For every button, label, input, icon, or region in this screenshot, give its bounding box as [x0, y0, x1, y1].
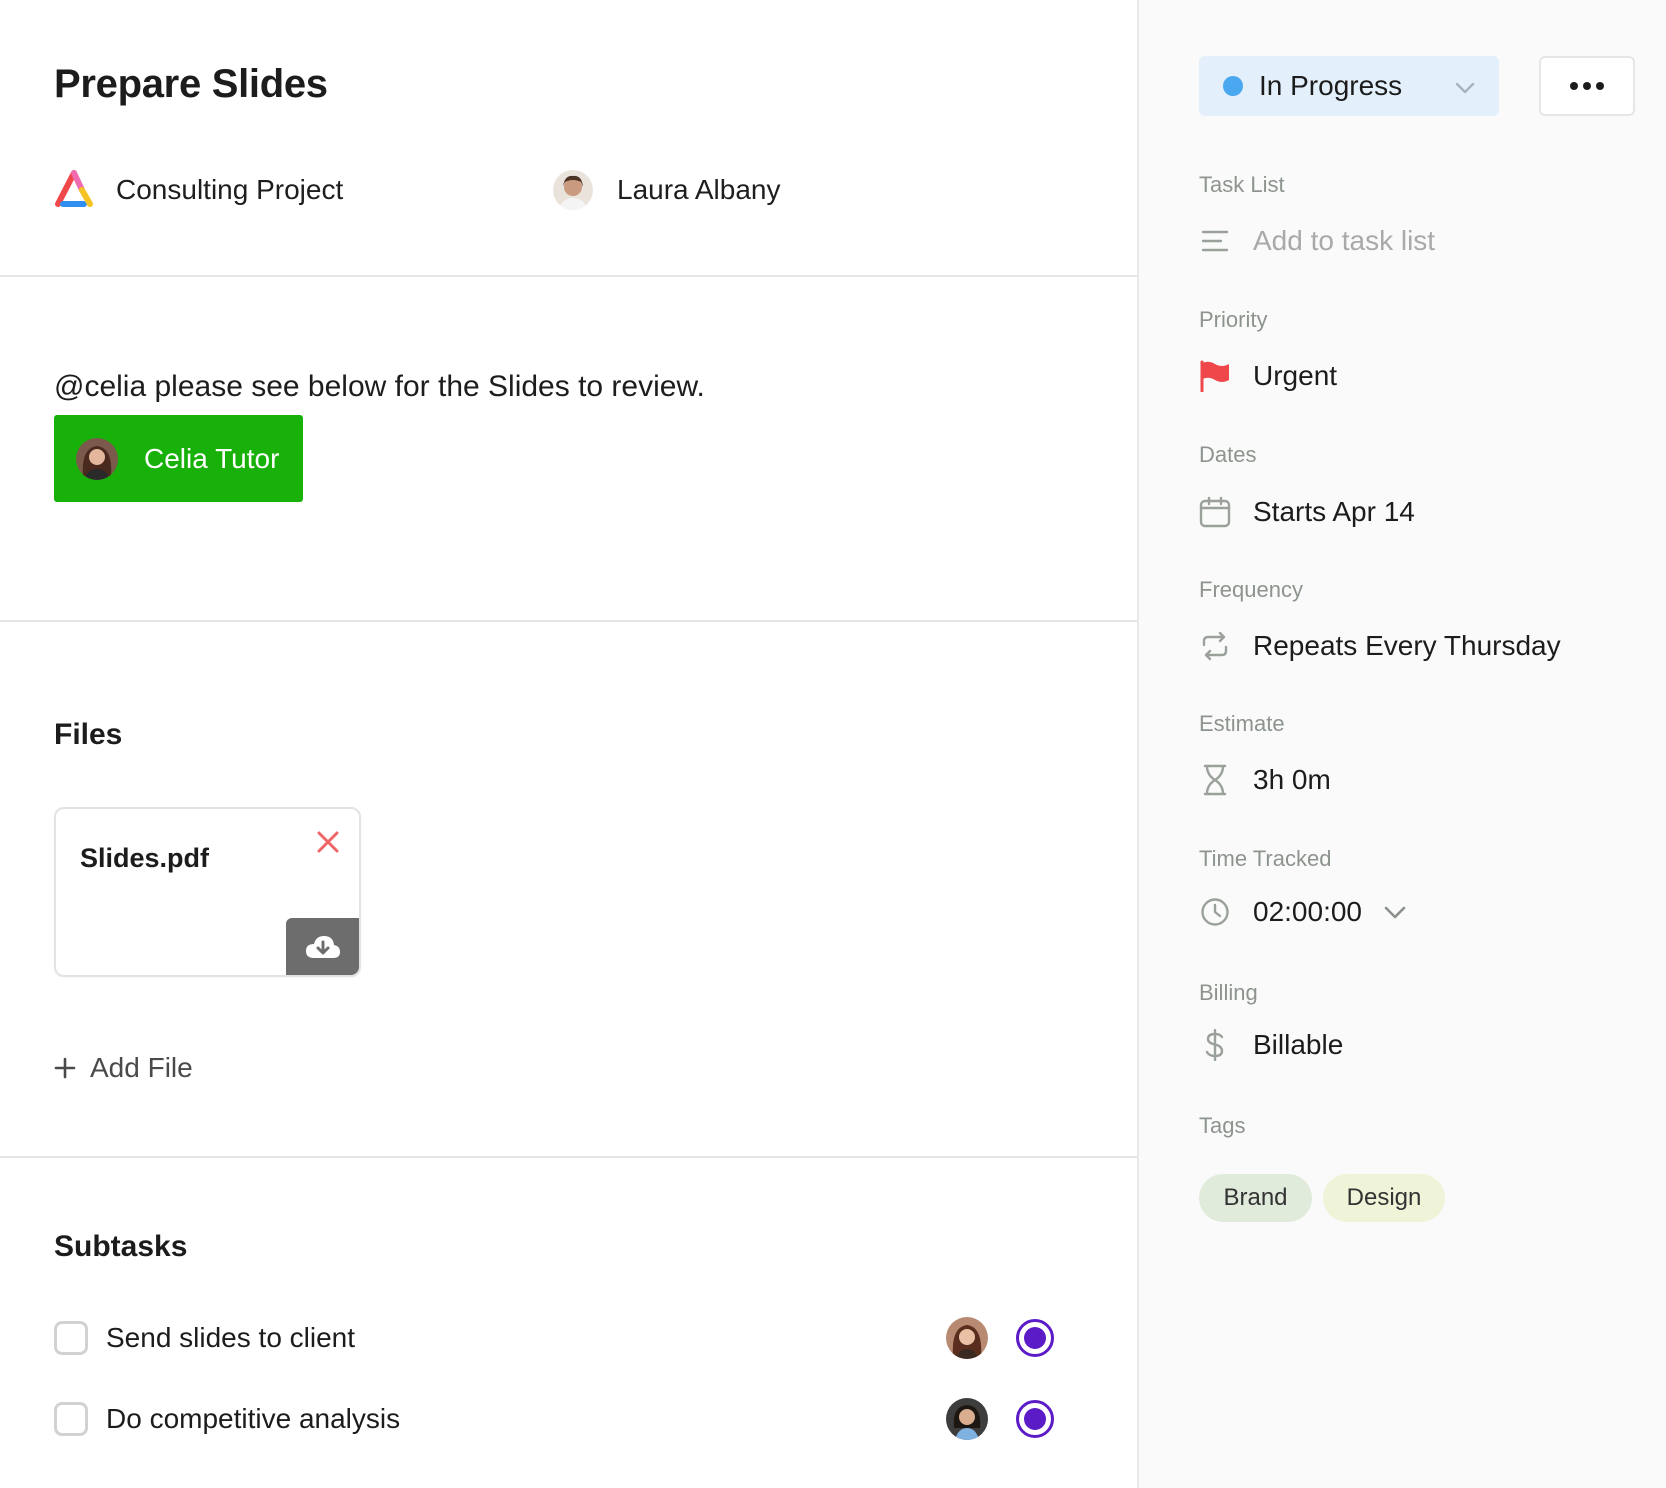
calendar-icon — [1199, 496, 1231, 528]
clock-icon — [1199, 896, 1231, 928]
frequency-field[interactable]: Repeats Every Thursday — [1199, 624, 1561, 668]
estimate-field[interactable]: 3h 0m — [1199, 758, 1331, 802]
task-properties-sidebar: In Progress Task List Add to task list P… — [1137, 0, 1666, 1488]
billing-value: Billable — [1253, 1029, 1344, 1060]
divider — [0, 275, 1137, 277]
add-file-label: Add File — [90, 1052, 193, 1083]
more-options-button[interactable] — [1539, 56, 1635, 116]
dates-label: Dates — [1199, 442, 1257, 467]
page-title[interactable]: Prepare Slides — [54, 62, 328, 107]
list-icon — [1199, 225, 1231, 257]
project-logo-icon — [55, 170, 93, 207]
project-name: Consulting Project — [116, 174, 344, 205]
hourglass-icon — [1199, 764, 1231, 796]
subtasks-heading: Subtasks — [54, 1230, 188, 1263]
priority-value: Urgent — [1253, 360, 1338, 391]
files-heading: Files — [54, 718, 123, 751]
file-card[interactable]: Slides.pdf — [54, 807, 361, 977]
plus-icon — [54, 1057, 76, 1079]
subtask-assignee-avatar[interactable] — [946, 1317, 988, 1359]
dates-value: Starts Apr 14 — [1253, 496, 1415, 527]
file-name: Slides.pdf — [80, 843, 210, 873]
comment-text: @celia please see below for the Slides t… — [54, 370, 705, 403]
dollar-icon — [1199, 1029, 1231, 1061]
priority-label: Priority — [1199, 307, 1268, 332]
task-list-field[interactable]: Add to task list — [1199, 219, 1435, 263]
status-indicator — [1223, 76, 1243, 96]
billing-label: Billing — [1199, 980, 1258, 1005]
estimate-value: 3h 0m — [1253, 764, 1331, 795]
chevron-down-icon[interactable] — [1382, 899, 1408, 925]
subtask-label[interactable]: Send slides to client — [106, 1322, 355, 1354]
flag-icon — [1199, 360, 1231, 392]
task-list-placeholder: Add to task list — [1253, 225, 1436, 256]
mention-chip[interactable]: Celia Tutor — [54, 415, 303, 502]
task-list-label: Task List — [1199, 172, 1285, 197]
close-icon[interactable] — [313, 827, 343, 857]
subtask-assignee-avatar[interactable] — [946, 1398, 988, 1440]
assignee-name: Laura Albany — [617, 174, 781, 205]
time-tracked-label: Time Tracked — [1199, 846, 1332, 871]
repeat-icon — [1199, 630, 1231, 662]
tag-design[interactable]: Design — [1323, 1174, 1445, 1222]
time-tracked-value: 02:00:00 — [1253, 896, 1362, 927]
subtask-label[interactable]: Do competitive analysis — [106, 1403, 400, 1435]
status-dot — [1024, 1327, 1046, 1349]
time-tracked-field[interactable]: 02:00:00 — [1199, 890, 1408, 934]
dates-field[interactable]: Starts Apr 14 — [1199, 490, 1415, 534]
mention-name: Celia Tutor — [144, 442, 280, 474]
estimate-label: Estimate — [1199, 711, 1285, 736]
subtask-status-indicator[interactable] — [1016, 1319, 1054, 1357]
cloud-download-icon — [305, 935, 340, 958]
status-label: In Progress — [1259, 70, 1403, 101]
subtask-checkbox[interactable] — [54, 1321, 88, 1355]
subtask-row[interactable]: Do competitive analysis — [54, 1395, 1054, 1443]
frequency-label: Frequency — [1199, 577, 1303, 602]
subtask-checkbox[interactable] — [54, 1402, 88, 1436]
tags-label: Tags — [1199, 1113, 1246, 1138]
status-select[interactable]: In Progress — [1199, 56, 1499, 116]
add-file-button[interactable]: Add File — [54, 1052, 193, 1084]
priority-field[interactable]: Urgent — [1199, 354, 1337, 398]
mention-avatar — [76, 437, 118, 480]
subtask-row[interactable]: Send slides to client — [54, 1314, 1054, 1362]
task-detail-main: Prepare Slides Consulting Project Laura … — [0, 0, 1137, 1488]
download-button[interactable] — [286, 918, 359, 975]
assignee-avatar — [553, 170, 593, 210]
project-link[interactable]: Consulting Project — [54, 166, 343, 214]
assignee-link[interactable]: Laura Albany — [553, 166, 780, 214]
divider — [0, 620, 1137, 622]
status-dot — [1024, 1408, 1046, 1430]
subtask-status-indicator[interactable] — [1016, 1400, 1054, 1438]
frequency-value: Repeats Every Thursday — [1253, 630, 1561, 661]
chevron-down-icon — [1455, 82, 1475, 94]
billing-field[interactable]: Billable — [1199, 1023, 1343, 1067]
divider — [0, 1156, 1137, 1158]
more-horizontal-icon — [1570, 82, 1604, 90]
tag-brand[interactable]: Brand — [1199, 1174, 1312, 1222]
